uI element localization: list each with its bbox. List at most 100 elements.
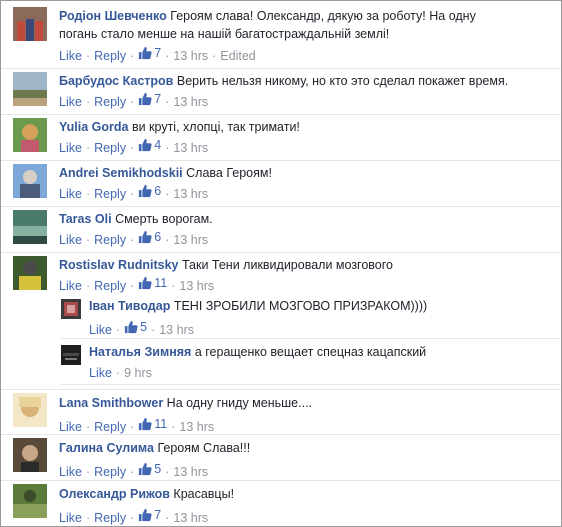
comment-item: Taras Oli Смерть ворогам. Like · Reply · 6 · 1… — [1, 207, 561, 253]
avatar[interactable] — [13, 72, 47, 106]
reply-button[interactable]: Reply — [94, 187, 126, 201]
separator: · — [171, 279, 176, 293]
separator: · — [212, 49, 217, 63]
separator: · — [85, 233, 91, 247]
like-button[interactable]: Like — [89, 323, 112, 337]
separator: · — [115, 323, 121, 337]
separator: · — [130, 279, 135, 293]
timestamp[interactable]: 13 hrs — [179, 420, 214, 434]
reply-button[interactable]: Reply — [94, 511, 126, 525]
separator: · — [130, 511, 135, 525]
comment-author[interactable]: Lana Smithbower — [59, 396, 163, 410]
like-button[interactable]: Like — [59, 233, 82, 247]
timestamp[interactable]: 13 hrs — [173, 95, 208, 109]
thumbs-up-icon — [124, 320, 138, 334]
like-button[interactable]: Like — [59, 49, 82, 63]
reply-button[interactable]: Reply — [94, 233, 126, 247]
reply-button[interactable]: Reply — [94, 279, 126, 293]
timestamp[interactable]: 13 hrs — [173, 465, 208, 479]
avatar[interactable] — [13, 7, 47, 41]
avatar[interactable] — [13, 393, 47, 427]
like-count[interactable]: 5 — [138, 461, 161, 477]
reply-button[interactable]: Reply — [94, 465, 126, 479]
comment-actions: Like · Reply · 7 · 13 hrs — [59, 91, 208, 110]
comment-actions: Like · Reply · 6 · 13 hrs — [59, 183, 208, 202]
thumbs-up-icon — [138, 462, 152, 476]
timestamp[interactable]: 13 hrs — [173, 141, 208, 155]
timestamp[interactable]: 13 hrs — [179, 279, 214, 293]
separator: · — [165, 95, 170, 109]
separator: · — [165, 187, 170, 201]
like-button[interactable]: Like — [59, 420, 82, 434]
separator: · — [151, 323, 156, 337]
comment-item: Andrei Semikhodskii Слава Героям! Like · R… — [1, 161, 561, 207]
timestamp[interactable]: 13 hrs — [159, 323, 194, 337]
comment-author[interactable]: Taras Oli — [59, 212, 112, 226]
comment-author[interactable]: Andrei Semikhodskii — [59, 166, 183, 180]
like-button[interactable]: Like — [59, 187, 82, 201]
reply-item: Іван Тиводар ТЕНІ ЗРОБИЛИ МОЗГОВО ПРИЗРА… — [61, 293, 559, 339]
separator: · — [130, 233, 135, 247]
avatar[interactable] — [13, 438, 47, 472]
like-count-value: 11 — [154, 417, 168, 431]
comment-body: Lana Smithbower На одну гниду меньше.... — [59, 394, 312, 412]
like-count[interactable]: 5 — [124, 319, 147, 335]
like-count[interactable]: 11 — [138, 416, 167, 432]
separator: · — [165, 49, 170, 63]
like-count[interactable]: 11 — [138, 275, 167, 291]
reply-button[interactable]: Reply — [94, 420, 126, 434]
like-count[interactable]: 7 — [138, 507, 161, 523]
like-count[interactable]: 7 — [138, 45, 161, 61]
separator: · — [85, 95, 91, 109]
like-button[interactable]: Like — [59, 279, 82, 293]
like-button[interactable]: Like — [59, 465, 82, 479]
like-button[interactable]: Like — [59, 95, 82, 109]
thumbs-up-icon — [138, 184, 152, 198]
separator: · — [85, 141, 91, 155]
edited-label[interactable]: Edited — [220, 49, 255, 63]
comment-item: Yulia Gorda ви круті, хлопці, так тримат… — [1, 115, 561, 161]
comment-item: Lana Smithbower На одну гниду меньше....… — [1, 389, 561, 435]
thumbs-up-icon — [138, 417, 152, 431]
reply-item: Наталья Зимняя а геращенко вещает спецна… — [61, 339, 559, 385]
reply-author[interactable]: Наталья Зимняя — [89, 345, 191, 359]
like-count[interactable]: 4 — [138, 137, 161, 153]
comment-text: Смерть ворогам. — [115, 212, 213, 226]
avatar[interactable] — [13, 210, 47, 244]
reply-author[interactable]: Іван Тиводар — [89, 299, 170, 313]
timestamp[interactable]: 13 hrs — [173, 49, 208, 63]
like-count[interactable]: 6 — [138, 229, 161, 245]
timestamp[interactable]: 13 hrs — [173, 187, 208, 201]
like-button[interactable]: Like — [59, 141, 82, 155]
avatar[interactable] — [13, 256, 47, 290]
like-button[interactable]: Like — [89, 366, 112, 380]
comment-text: Верить нельзя никому, но кто это сделал … — [176, 74, 509, 88]
comment-author[interactable]: Rostislav Rudnitsky — [59, 258, 178, 272]
comment-text: Красавцы! — [173, 487, 235, 501]
thumbs-up-icon — [138, 508, 152, 522]
reply-button[interactable]: Reply — [94, 141, 126, 155]
avatar[interactable] — [61, 345, 81, 365]
comment-body: Олександр Рижов Красавцы! — [59, 485, 234, 503]
like-button[interactable]: Like — [59, 511, 82, 525]
avatar[interactable] — [13, 484, 47, 518]
timestamp[interactable]: 13 hrs — [173, 233, 208, 247]
avatar[interactable] — [13, 164, 47, 198]
avatar[interactable] — [61, 299, 81, 319]
reply-button[interactable]: Reply — [94, 95, 126, 109]
comment-author[interactable]: Барбудос Кастров — [59, 74, 173, 88]
comment-author[interactable]: Родіон Шевченко — [59, 9, 167, 23]
avatar[interactable] — [13, 118, 47, 152]
like-count[interactable]: 7 — [138, 91, 161, 107]
like-count[interactable]: 6 — [138, 183, 161, 199]
reply-button[interactable]: Reply — [94, 49, 126, 63]
timestamp[interactable]: 13 hrs — [173, 511, 208, 525]
separator: · — [85, 279, 91, 293]
comment-author[interactable]: Yulia Gorda — [59, 120, 128, 134]
timestamp[interactable]: 9 hrs — [124, 366, 152, 380]
comment-author[interactable]: Галина Сулима — [59, 441, 154, 455]
separator: · — [85, 187, 91, 201]
comment-author[interactable]: Олександр Рижов — [59, 487, 170, 501]
separator: · — [115, 366, 121, 380]
separator: · — [130, 420, 135, 434]
